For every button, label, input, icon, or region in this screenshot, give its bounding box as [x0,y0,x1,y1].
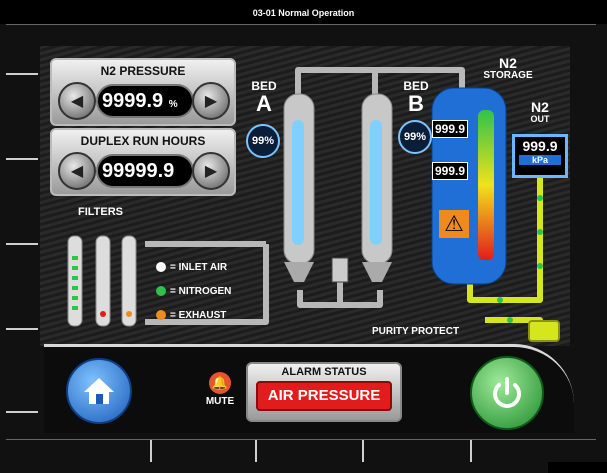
n2-storage-title: N2 [499,55,517,71]
duplex-run-hours-display: 99999.9 [96,154,194,188]
storage-reading-top: 999.9 [432,120,469,138]
mute-button[interactable]: 🔔 MUTE [204,372,236,407]
legend-inlet-air: = INLET AIR [156,262,227,273]
bed-a-percent: 99% [246,124,280,158]
alarm-status-panel: ALARM STATUS AIR PRESSURE [246,362,402,422]
duplex-run-hours-label: DUPLEX RUN HOURS [80,134,206,148]
nitrogen-dot [156,286,166,297]
n2-storage-label: N2 STORAGE [478,56,538,81]
left-arrow-icon: ◀ [70,93,84,110]
bed-a-letter: A [256,91,272,116]
bed-b-percent: 99% [398,120,432,154]
legend-exhaust: = EXHAUST [156,310,226,321]
legend-nitrogen-label: = NITROGEN [170,286,232,297]
duplex-run-hours-value: 99999.9 [102,160,175,182]
duplex-run-hours-panel: DUPLEX RUN HOURS ◀ 99999.9 ▶ [50,128,236,196]
left-arrow-icon: ◀ [70,163,84,180]
n2-pressure-display: 9999.9 % [96,84,194,118]
bell-icon: 🔔 [209,372,231,394]
filters-label: FILTERS [78,206,124,218]
legend-inlet-air-label: = INLET AIR [170,262,228,273]
top-header-pipe [295,67,465,96]
right-arrow-icon: ▶ [204,93,218,110]
bed-a-label: BED A [244,80,284,115]
n2-storage-sub: STORAGE [483,70,533,81]
home-button[interactable] [66,358,132,424]
n2-out-unit: kPa [519,155,561,165]
n2-pressure-panel: N2 PRESSURE ◀ 9999.9 % ▶ [50,58,236,126]
n2-pressure-value: 9999.9 [102,90,164,112]
alarm-message[interactable]: AIR PRESSURE [256,381,392,411]
legend-exhaust-label: = EXHAUST [170,310,227,321]
n2-out-value: 999.9 [522,138,558,154]
purity-protect-label: PURITY PROTECT [372,326,460,337]
n2-pressure-decrease-button[interactable]: ◀ [58,82,96,120]
n2-pressure-unit: % [168,99,178,110]
n2-out-sub: OUT [530,114,550,124]
power-icon [493,377,521,408]
bed-b-label: BED B [396,80,436,115]
storage-reading-mid: 999.9 [432,162,469,180]
warning-icon[interactable]: ⚠ [439,210,469,238]
legend-nitrogen: = NITROGEN [156,286,231,297]
home-icon [84,378,114,404]
n2-out-label: N2 OUT [520,100,560,124]
n2-out-display: 999.9 kPa [512,134,568,178]
mute-label: MUTE [205,396,235,407]
run-hours-increase-button[interactable]: ▶ [192,152,230,190]
purity-protect-valve[interactable] [528,320,560,342]
n2-pressure-label: N2 PRESSURE [100,64,186,78]
alarm-status-title: ALARM STATUS [281,366,367,378]
n2-out-title: N2 [531,99,549,115]
run-hours-decrease-button[interactable]: ◀ [58,152,96,190]
bed-b-letter: B [408,91,424,116]
right-arrow-icon: ▶ [204,163,218,180]
inlet-air-dot [156,262,166,273]
exhaust-dot [156,310,166,321]
n2-pressure-increase-button[interactable]: ▶ [192,82,230,120]
power-button[interactable] [470,356,544,430]
